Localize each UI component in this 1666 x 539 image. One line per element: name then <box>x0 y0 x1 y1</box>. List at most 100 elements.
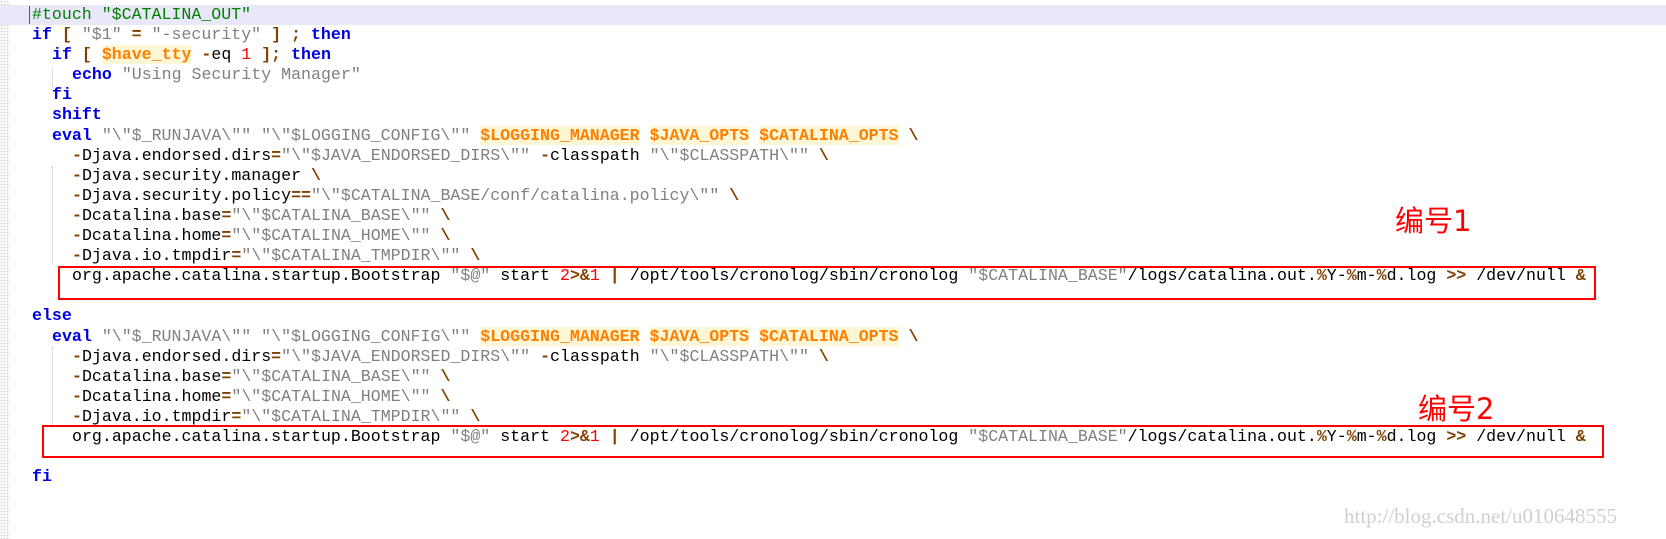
code-line[interactable]: if [ "$1" = "-security" ] ; then <box>0 25 1666 45</box>
code-token: Dcatalina.base <box>81 366 222 386</box>
code-token: - <box>72 406 82 426</box>
code-token: - <box>72 145 82 165</box>
code-token: = <box>221 366 232 386</box>
code-token: \ <box>908 326 919 346</box>
code-token: if <box>52 45 72 65</box>
code-token: = <box>271 346 282 366</box>
code-token: eval <box>52 326 92 346</box>
code-token: Djava.endorsed.dirs <box>81 346 272 366</box>
code-token: "\"$CATALINA_BASE\"" <box>231 205 431 225</box>
code-token: "\"$CATALINA_TMPDIR\"" <box>241 406 461 426</box>
watermark: http://blog.csdn.net/u010648555 <box>1344 504 1617 528</box>
code-line[interactable]: eval "\"$_RUNJAVA\"" "\"$LOGGING_CONFIG\… <box>0 125 1666 146</box>
code-token: \ <box>440 226 451 246</box>
code-line[interactable]: #touch "$CATALINA_OUT" <box>0 5 1666 26</box>
code-token: Dcatalina.home <box>81 226 222 246</box>
code-token: = <box>271 145 282 165</box>
code-token: fi <box>32 467 52 487</box>
code-line[interactable]: fi <box>0 85 1666 105</box>
indent-guide <box>52 68 53 90</box>
code-token: \ <box>729 185 740 205</box>
code-line[interactable]: fi <box>0 467 1666 487</box>
code-token: echo <box>72 65 112 85</box>
code-line[interactable]: -Dcatalina.base="\"$CATALINA_BASE\"" \ <box>0 367 1666 387</box>
code-token: - <box>72 366 82 386</box>
code-token: then <box>291 45 331 65</box>
code-line[interactable]: -Djava.endorsed.dirs="\"$JAVA_ENDORSED_D… <box>0 146 1666 166</box>
code-editor[interactable]: #touch "$CATALINA_OUT" if [ "$1" = "-secu… <box>0 5 1666 487</box>
code-token: "\"$CLASSPATH\"" <box>649 145 809 165</box>
code-token: == <box>291 185 312 205</box>
code-line[interactable]: -Djava.io.tmpdir="\"$CATALINA_TMPDIR\"" … <box>0 407 1666 427</box>
annotation-label-1: 编号1 <box>1395 204 1472 238</box>
code-token: [ <box>61 25 72 45</box>
code-token: "\"$CATALINA_TMPDIR\"" <box>241 246 461 266</box>
code-token: $JAVA_OPTS <box>649 326 750 346</box>
code-token: - <box>540 145 551 165</box>
code-line[interactable]: else <box>0 306 1666 326</box>
code-token: "\"$_RUNJAVA\"" <box>101 125 252 145</box>
code-token: $CATALINA_OPTS <box>759 326 899 346</box>
code-token: = <box>221 386 232 406</box>
code-token: else <box>32 306 72 326</box>
code-line[interactable]: -Djava.io.tmpdir="\"$CATALINA_TMPDIR\"" … <box>0 246 1666 266</box>
code-token: - <box>540 346 551 366</box>
code-token: - <box>72 205 82 225</box>
code-token: = <box>231 406 242 426</box>
code-line[interactable]: -Dcatalina.home="\"$CATALINA_HOME\"" \ <box>0 387 1666 407</box>
code-token: - <box>72 226 82 246</box>
code-token: "\"$CATALINA_BASE\"" <box>231 366 431 386</box>
code-token: $CATALINA_OPTS <box>759 125 899 145</box>
code-token: Djava.security.manager <box>81 165 311 185</box>
code-token: "-security" <box>151 25 262 45</box>
code-line[interactable]: -Djava.security.manager \ <box>0 166 1666 186</box>
code-line[interactable]: echo "Using Security Manager" <box>0 65 1666 85</box>
code-token: - <box>72 386 82 406</box>
code-token: "\"$LOGGING_CONFIG\"" <box>261 326 471 346</box>
code-token: [ <box>81 45 92 65</box>
code-token: Djava.io.tmpdir <box>81 406 232 426</box>
code-token: = <box>131 25 142 45</box>
code-token: \ <box>440 205 451 225</box>
code-line[interactable]: eval "\"$_RUNJAVA\"" "\"$LOGGING_CONFIG\… <box>0 326 1666 347</box>
code-token: = <box>231 246 242 266</box>
code-token: "\"$CATALINA_HOME\"" <box>231 226 431 246</box>
code-token: $JAVA_OPTS <box>649 125 750 145</box>
code-line[interactable]: if [ $have_tty -eq 1 ]; then <box>0 45 1666 65</box>
code-token: Djava.security.policy <box>81 185 292 205</box>
code-token: \ <box>908 125 919 145</box>
code-token: #touch "$CATALINA_OUT" <box>32 5 252 24</box>
code-token: ; <box>291 25 301 45</box>
code-token: Dcatalina.home <box>81 386 222 406</box>
code-line[interactable]: -Djava.endorsed.dirs="\"$JAVA_ENDORSED_D… <box>0 347 1666 367</box>
code-line[interactable]: shift <box>0 105 1666 125</box>
code-token: "\"$_RUNJAVA\"" <box>101 326 252 346</box>
code-token: Dcatalina.base <box>81 205 222 225</box>
code-token: eq <box>211 45 242 65</box>
code-token: ] <box>271 25 282 45</box>
